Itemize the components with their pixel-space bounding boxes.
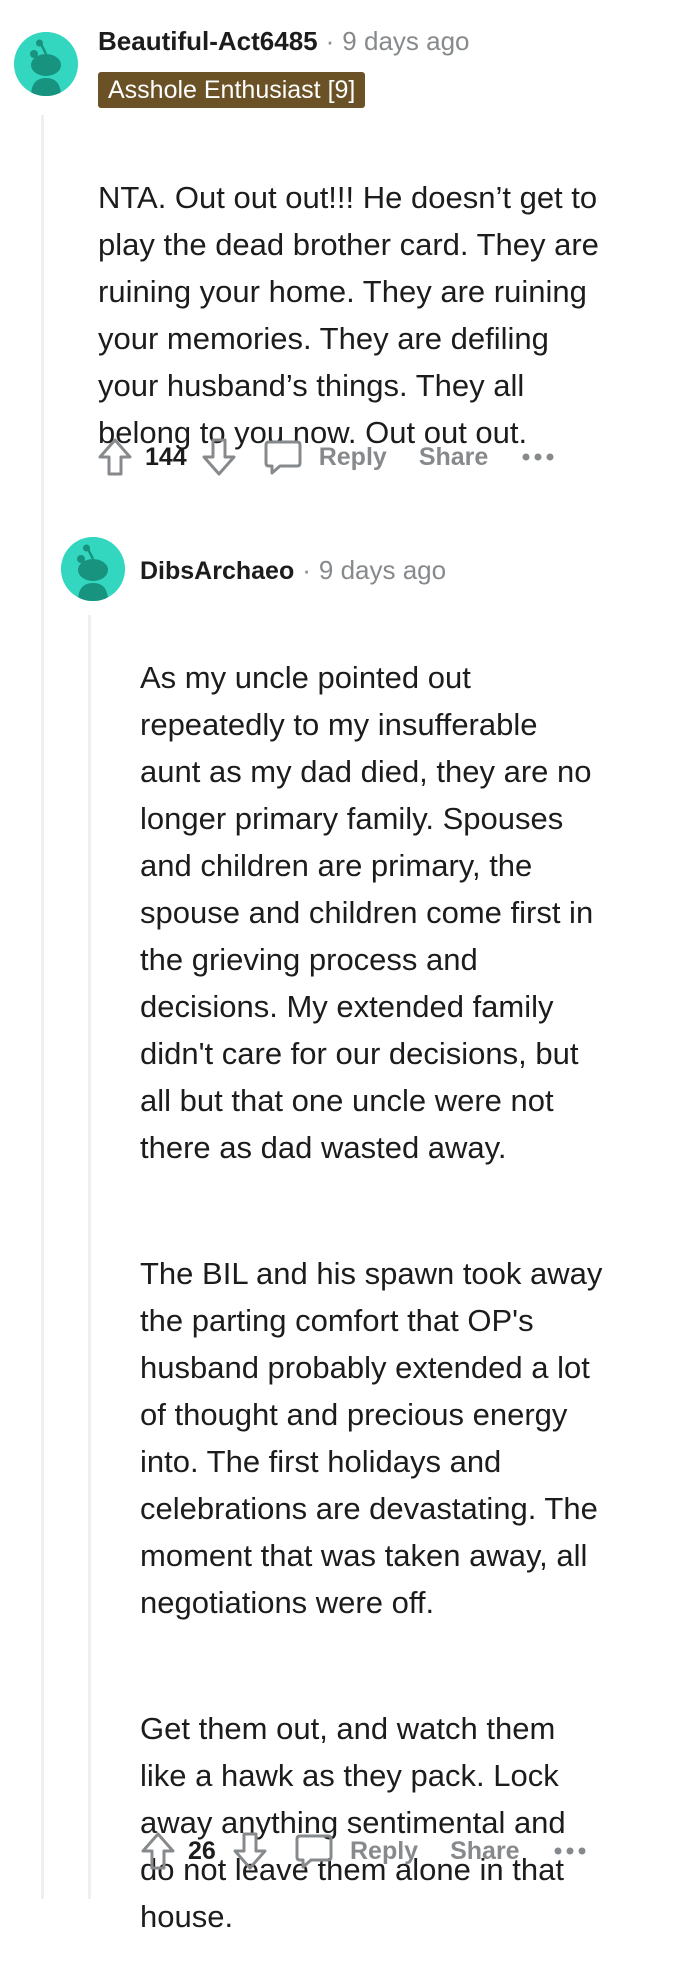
downvote-button[interactable] — [197, 435, 241, 479]
ellipsis-icon — [522, 453, 554, 461]
user-flair: Asshole Enthusiast [9] — [98, 72, 366, 108]
upvote-arrow-icon — [141, 1832, 175, 1870]
snoo-avatar-icon — [14, 32, 78, 96]
reply-label: Reply — [350, 1836, 419, 1865]
more-options-button[interactable] — [518, 442, 558, 472]
vote-count: 144 — [145, 442, 187, 471]
reply-button[interactable]: Reply — [294, 1831, 418, 1871]
upvote-button[interactable] — [136, 1829, 180, 1873]
downvote-button[interactable] — [228, 1829, 272, 1873]
avatar[interactable] — [61, 537, 125, 601]
separator: · — [325, 26, 335, 56]
more-options-button[interactable] — [550, 1836, 590, 1866]
username[interactable]: Beautiful-Act6485 — [98, 26, 318, 57]
upvote-arrow-icon — [98, 438, 132, 476]
comment-paragraph: NTA. Out out out!!! He doesn’t get to pl… — [98, 180, 599, 450]
speech-bubble-icon — [264, 440, 302, 475]
timestamp[interactable]: 9 days ago — [342, 26, 469, 57]
share-button[interactable]: Share — [419, 443, 488, 472]
share-button[interactable]: Share — [450, 1837, 519, 1866]
separator: · — [302, 555, 311, 585]
upvote-button[interactable] — [93, 435, 137, 479]
username[interactable]: DibsArchaeo — [140, 557, 294, 586]
comment-body: As my uncle pointed out repeatedly to my… — [140, 607, 680, 1987]
comment-paragraph: The BIL and his spawn took away the part… — [140, 1256, 603, 1620]
avatar[interactable] — [14, 32, 78, 96]
reply-button[interactable]: Reply — [263, 437, 387, 477]
downvote-arrow-icon — [202, 438, 236, 476]
comment-paragraph: As my uncle pointed out repeatedly to my… — [140, 660, 594, 1165]
snoo-avatar-icon — [61, 537, 125, 601]
thread-line[interactable] — [41, 115, 44, 1899]
comment-paragraph: Get them out, and watch them like a hawk… — [140, 1711, 566, 1934]
comment-header: Beautiful-Act6485 · 9 days ago — [98, 26, 470, 57]
timestamp[interactable]: 9 days ago — [319, 555, 446, 586]
comment-actions: 144 Reply Share — [93, 432, 558, 482]
downvote-arrow-icon — [233, 1832, 267, 1870]
comment-actions: 26 Reply Share — [136, 1826, 590, 1876]
speech-bubble-icon — [295, 1834, 333, 1869]
vote-count: 26 — [188, 1836, 216, 1865]
thread-line[interactable] — [88, 615, 91, 1899]
reply-label: Reply — [318, 442, 387, 471]
comment-header: DibsArchaeo · 9 days ago — [140, 555, 446, 586]
ellipsis-icon — [554, 1847, 586, 1855]
